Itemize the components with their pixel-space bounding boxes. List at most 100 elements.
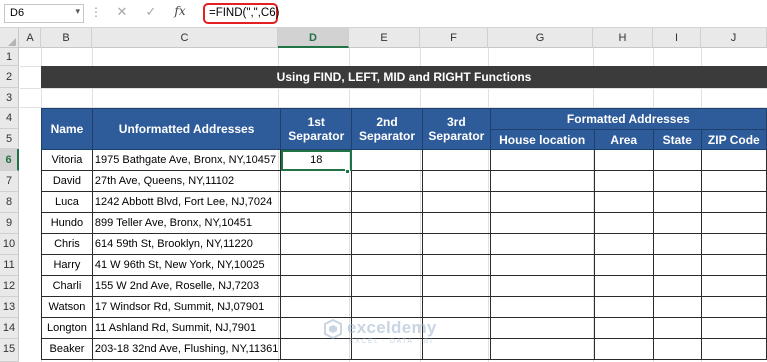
row-header-15[interactable]: 15 xyxy=(0,339,19,362)
fx-icon[interactable]: fx xyxy=(170,4,190,23)
separator-3-cell[interactable] xyxy=(421,233,491,255)
address-cell[interactable]: 27th Ave, Queens, NY,11102 xyxy=(91,170,282,192)
separator-2-cell[interactable] xyxy=(351,275,423,297)
state-cell[interactable] xyxy=(652,254,702,276)
address-cell[interactable]: 899 Teller Ave, Bronx, NY,10451 xyxy=(91,212,282,234)
house-location-cell[interactable] xyxy=(489,212,595,234)
separator-1-cell[interactable] xyxy=(280,338,353,360)
zip-code-cell[interactable] xyxy=(700,149,767,171)
separator-3-cell[interactable] xyxy=(421,275,491,297)
sheet-title[interactable]: Using FIND, LEFT, MID and RIGHT Function… xyxy=(41,66,767,88)
header-zip-code[interactable]: ZIP Code xyxy=(700,129,767,150)
separator-2-cell[interactable] xyxy=(351,149,423,171)
enter-icon[interactable]: ✓ xyxy=(141,4,161,23)
row-header-13[interactable]: 13 xyxy=(0,297,19,318)
name-cell[interactable]: Watson xyxy=(41,296,93,318)
zip-code-cell[interactable] xyxy=(700,233,767,255)
separator-3-cell[interactable] xyxy=(421,170,491,192)
address-cell[interactable]: 1975 Bathgate Ave, Bronx, NY,10457 xyxy=(91,149,282,171)
house-location-cell[interactable] xyxy=(489,233,595,255)
separator-1-cell[interactable] xyxy=(280,275,353,297)
column-header-c[interactable]: C xyxy=(92,28,278,48)
address-cell[interactable]: 155 W 2nd Ave, Roselle, NJ,7203 xyxy=(91,275,282,297)
house-location-cell[interactable] xyxy=(489,170,595,192)
area-cell[interactable] xyxy=(593,212,654,234)
separator-3-cell[interactable] xyxy=(421,212,491,234)
state-cell[interactable] xyxy=(652,149,702,171)
row-header-2[interactable]: 2 xyxy=(0,66,19,88)
name-cell[interactable]: Harry xyxy=(41,254,93,276)
separator-2-cell[interactable] xyxy=(351,254,423,276)
address-cell[interactable]: 11 Ashland Rd, Summit, NJ,7901 xyxy=(91,317,282,339)
formula-input[interactable]: =FIND(",",C6) xyxy=(203,3,279,24)
name-cell[interactable]: Vitoria xyxy=(41,149,93,171)
header-name[interactable]: Name xyxy=(41,108,93,150)
state-cell[interactable] xyxy=(652,191,702,213)
row-header-9[interactable]: 9 xyxy=(0,213,19,234)
column-header-e[interactable]: E xyxy=(349,28,420,48)
house-location-cell[interactable] xyxy=(489,317,595,339)
row-header-4[interactable]: 4 xyxy=(0,108,19,129)
separator-2-cell[interactable] xyxy=(351,212,423,234)
header-1st-separator[interactable]: 1st Separator xyxy=(280,108,353,150)
header-formatted-addresses[interactable]: Formatted Addresses xyxy=(489,108,767,130)
row-header-3[interactable]: 3 xyxy=(0,88,19,108)
state-cell[interactable] xyxy=(652,233,702,255)
address-cell[interactable]: 41 W 96th St, New York, NY,10025 xyxy=(91,254,282,276)
row-header-7[interactable]: 7 xyxy=(0,171,19,192)
separator-1-cell[interactable] xyxy=(280,170,353,192)
separator-1-cell[interactable] xyxy=(280,191,353,213)
column-header-f[interactable]: F xyxy=(420,28,488,48)
separator-1-cell[interactable] xyxy=(280,212,353,234)
area-cell[interactable] xyxy=(593,296,654,318)
header-2nd-separator[interactable]: 2nd Separator xyxy=(351,108,423,150)
zip-code-cell[interactable] xyxy=(700,254,767,276)
zip-code-cell[interactable] xyxy=(700,170,767,192)
row-header-12[interactable]: 12 xyxy=(0,276,19,297)
state-cell[interactable] xyxy=(652,212,702,234)
row-header-5[interactable]: 5 xyxy=(0,129,19,149)
separator-2-cell[interactable] xyxy=(351,296,423,318)
name-cell[interactable]: Luca xyxy=(41,191,93,213)
area-cell[interactable] xyxy=(593,233,654,255)
separator-1-cell[interactable] xyxy=(280,254,353,276)
fill-handle[interactable] xyxy=(345,169,350,174)
zip-code-cell[interactable] xyxy=(700,212,767,234)
address-cell[interactable]: 17 Windsor Rd, Summit, NJ,07901 xyxy=(91,296,282,318)
column-header-b[interactable]: B xyxy=(41,28,92,48)
name-cell[interactable]: Longton xyxy=(41,317,93,339)
house-location-cell[interactable] xyxy=(489,149,595,171)
name-cell[interactable]: Charli xyxy=(41,275,93,297)
state-cell[interactable] xyxy=(652,338,702,360)
row-header-14[interactable]: 14 xyxy=(0,318,19,339)
separator-3-cell[interactable] xyxy=(421,191,491,213)
separator-3-cell[interactable] xyxy=(421,149,491,171)
cancel-icon[interactable]: ✕ xyxy=(112,4,132,23)
state-cell[interactable] xyxy=(652,296,702,318)
separator-2-cell[interactable] xyxy=(351,191,423,213)
header-unformatted-addresses[interactable]: Unformatted Addresses xyxy=(91,108,282,150)
house-location-cell[interactable] xyxy=(489,191,595,213)
area-cell[interactable] xyxy=(593,149,654,171)
zip-code-cell[interactable] xyxy=(700,275,767,297)
header-house-location[interactable]: House location xyxy=(489,129,595,150)
house-location-cell[interactable] xyxy=(489,275,595,297)
separator-1-cell[interactable] xyxy=(280,296,353,318)
header-area[interactable]: Area xyxy=(593,129,654,150)
row-header-8[interactable]: 8 xyxy=(0,192,19,213)
area-cell[interactable] xyxy=(593,275,654,297)
area-cell[interactable] xyxy=(593,254,654,276)
separator-1-cell[interactable] xyxy=(280,233,353,255)
zip-code-cell[interactable] xyxy=(700,317,767,339)
house-location-cell[interactable] xyxy=(489,296,595,318)
name-cell[interactable]: David xyxy=(41,170,93,192)
row-header-1[interactable]: 1 xyxy=(0,48,19,66)
chevron-down-icon[interactable]: ▾ xyxy=(75,6,80,17)
zip-code-cell[interactable] xyxy=(700,338,767,360)
address-cell[interactable]: 203-18 32nd Ave, Flushing, NY,11361 xyxy=(91,338,282,360)
name-cell[interactable]: Beaker xyxy=(41,338,93,360)
area-cell[interactable] xyxy=(593,338,654,360)
house-location-cell[interactable] xyxy=(489,254,595,276)
row-header-10[interactable]: 10 xyxy=(0,234,19,255)
row-header-6[interactable]: 6 xyxy=(0,149,19,171)
